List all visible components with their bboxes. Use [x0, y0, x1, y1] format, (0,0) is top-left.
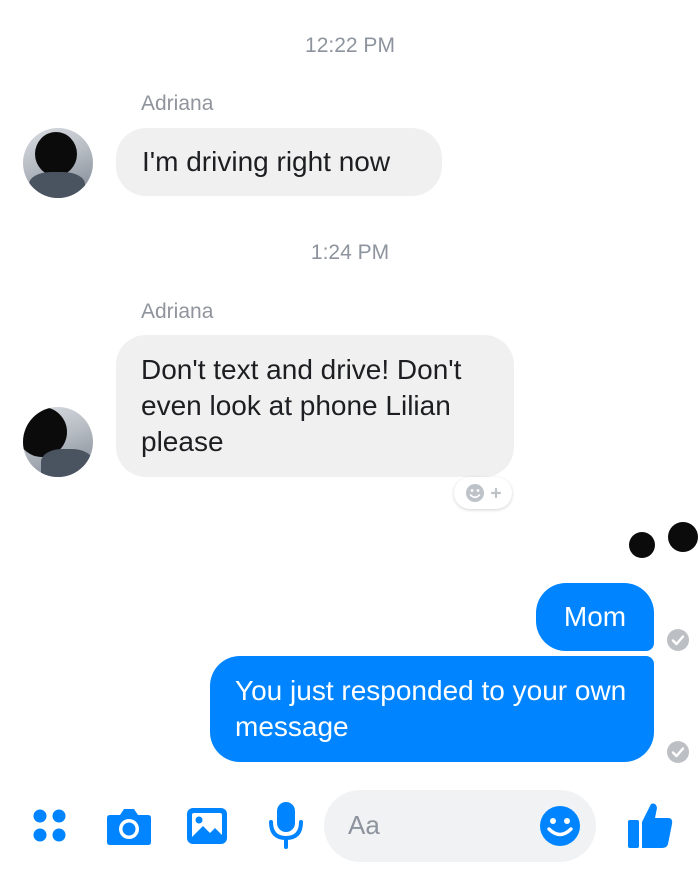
smiley-icon[interactable] [538, 804, 582, 848]
check-circle-icon [667, 741, 689, 763]
timestamp: 1:24 PM [310, 241, 390, 264]
add-reaction-button[interactable] [454, 477, 512, 509]
message-input[interactable]: Aa [324, 790, 596, 862]
read-receipt-avatar [629, 532, 655, 558]
message-text: I'm driving right now [142, 146, 391, 177]
message-text: Mom [563, 601, 627, 632]
add-reaction-icon [466, 484, 502, 502]
microphone-icon[interactable] [268, 800, 304, 850]
outgoing-message[interactable]: Mom [536, 583, 654, 651]
incoming-message[interactable]: I'm driving right now [116, 128, 442, 196]
avatar[interactable] [23, 128, 93, 198]
four-dots-icon[interactable] [32, 808, 68, 844]
read-receipt-avatar [668, 522, 698, 552]
message-input-placeholder: Aa [348, 810, 380, 840]
incoming-message[interactable]: Don't text and drive! Don't even look at… [116, 335, 514, 477]
sender-name: Adriana [141, 300, 214, 323]
message-text: Don't text and drive! Don't even look at… [141, 354, 462, 457]
avatar[interactable] [23, 407, 93, 477]
message-text: You just responded to your own message [235, 675, 627, 742]
camera-icon[interactable] [106, 805, 152, 847]
sender-name: Adriana [141, 92, 214, 115]
thumbs-up-icon[interactable] [626, 800, 674, 850]
outgoing-message[interactable]: You just responded to your own message [210, 656, 654, 762]
check-circle-icon [667, 629, 689, 651]
image-icon[interactable] [186, 805, 228, 847]
timestamp: 12:22 PM [305, 34, 395, 57]
